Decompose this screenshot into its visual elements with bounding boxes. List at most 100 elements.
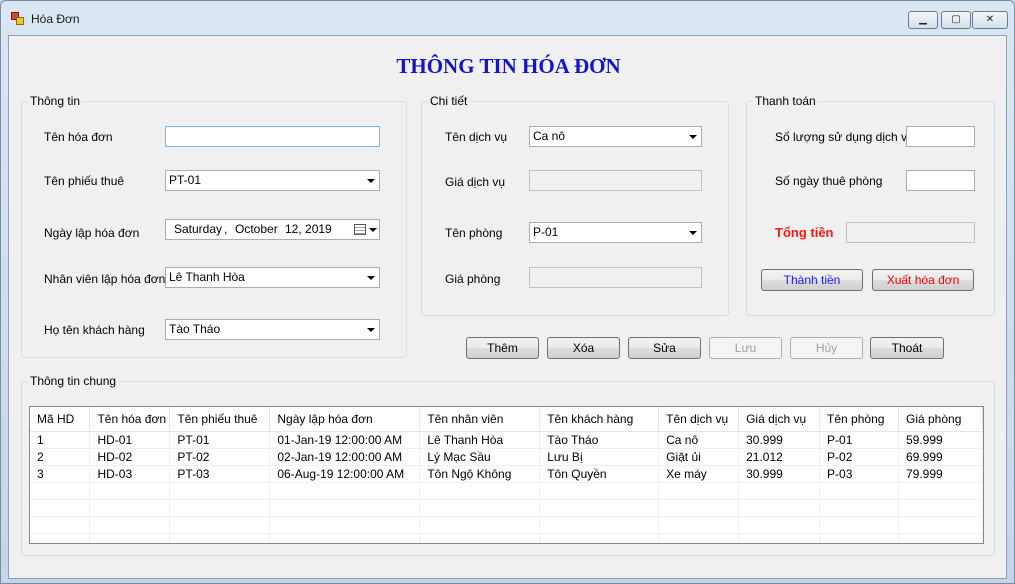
customer-label: Họ tên khách hàng <box>44 323 145 337</box>
table-cell: 01-Jan-19 12:00:00 AM <box>269 431 421 449</box>
column-header[interactable]: Tên khách hàng <box>539 407 660 432</box>
column-header[interactable]: Giá phòng <box>898 407 983 432</box>
customer-value: Tào Tháo <box>169 322 221 336</box>
column-header[interactable]: Tên hóa đơn <box>89 407 171 432</box>
save-button[interactable]: Lưu <box>709 337 782 359</box>
table-cell: Lê Thanh Hòa <box>419 431 541 449</box>
service-price-label: Giá dịch vụ <box>445 175 506 189</box>
room-price-label: Giá phòng <box>445 272 501 286</box>
table-cell: 21.012 <box>738 448 821 466</box>
title-bar[interactable]: Hóa Đơn ▁ ▢ ✕ <box>1 1 1014 35</box>
staff-combo[interactable]: Lê Thanh Hòa <box>165 267 380 288</box>
table-cell: Lưu Bị <box>539 448 660 466</box>
table-cell: P-01 <box>819 431 899 449</box>
chevron-down-icon <box>369 228 377 232</box>
detail-group-legend: Chi tiết <box>430 94 468 108</box>
table-cell: P-02 <box>819 448 899 466</box>
table-row-empty <box>30 533 983 543</box>
invoice-table[interactable]: Mã HD Tên hóa đơn Tên phiếu thuê Ngày lậ… <box>29 406 984 544</box>
cancel-button[interactable]: Hủy <box>790 337 863 359</box>
column-header[interactable]: Tên nhân viên <box>419 407 541 432</box>
table-cell: Giặt ủi <box>658 448 740 466</box>
table-cell: PT-01 <box>169 431 271 449</box>
table-cell: Xe máy <box>658 465 740 483</box>
service-name-combo[interactable]: Ca nô <box>529 126 702 147</box>
staff-value: Lê Thanh Hòa <box>169 270 245 284</box>
customer-combo[interactable]: Tào Tháo <box>165 319 380 340</box>
export-invoice-button[interactable]: Xuất hóa đơn <box>872 269 974 291</box>
table-cell: PT-03 <box>169 465 271 483</box>
table-cell: 69.999 <box>898 448 983 466</box>
table-cell: HD-01 <box>89 431 171 449</box>
table-row-empty <box>30 499 983 517</box>
calendar-icon <box>354 224 366 235</box>
column-header[interactable]: Ngày lập hóa đơn <box>269 407 421 432</box>
service-name-value: Ca nô <box>533 129 566 143</box>
room-name-label: Tên phòng <box>445 226 503 240</box>
room-name-combo[interactable]: P-01 <box>529 222 702 243</box>
app-window: Hóa Đơn ▁ ▢ ✕ THÔNG TIN HÓA ĐƠN Thông ti… <box>0 0 1015 584</box>
info-group-legend: Thông tin <box>30 94 81 108</box>
service-price-field <box>529 170 702 191</box>
table-row[interactable]: 3 HD-03 PT-03 06-Aug-19 12:00:00 AM Tôn … <box>30 465 983 483</box>
table-cell: HD-02 <box>89 448 171 466</box>
service-name-label: Tên dịch vụ <box>445 130 508 144</box>
room-price-field <box>529 267 702 288</box>
minimize-button[interactable]: ▁ <box>908 11 938 29</box>
window-title: Hóa Đơn <box>31 12 80 26</box>
form-client-area: THÔNG TIN HÓA ĐƠN Thông tin Tên hóa đơn … <box>8 35 1007 579</box>
rental-slip-label: Tên phiếu thuê <box>44 174 125 188</box>
delete-button[interactable]: Xóa <box>547 337 620 359</box>
table-cell: 30.999 <box>738 431 821 449</box>
column-header[interactable]: Tên dịch vụ <box>658 407 740 432</box>
table-cell: 59.999 <box>898 431 983 449</box>
app-icon <box>11 12 25 26</box>
table-row[interactable]: 1 HD-01 PT-01 01-Jan-19 12:00:00 AM Lê T… <box>30 431 983 449</box>
service-qty-label: Số lượng sử dụng dịch vụ <box>775 130 914 144</box>
table-cell: 02-Jan-19 12:00:00 AM <box>269 448 421 466</box>
close-button[interactable]: ✕ <box>972 11 1008 29</box>
close-icon: ✕ <box>985 14 995 25</box>
column-header[interactable]: Giá dịch vụ <box>738 407 821 432</box>
invoice-name-input[interactable] <box>165 126 380 147</box>
table-cell: 79.999 <box>898 465 983 483</box>
column-header[interactable]: Tên phiếu thuê <box>169 407 271 432</box>
add-button[interactable]: Thêm <box>466 337 539 359</box>
rental-days-label: Số ngày thuê phòng <box>775 174 883 188</box>
chevron-down-icon <box>367 179 375 183</box>
chevron-down-icon <box>367 276 375 280</box>
table-header-row: Mã HD Tên hóa đơn Tên phiếu thuê Ngày lậ… <box>30 407 983 432</box>
table-row[interactable]: 2 HD-02 PT-02 02-Jan-19 12:00:00 AM Lý M… <box>30 448 983 466</box>
edit-button[interactable]: Sửa <box>628 337 701 359</box>
minimize-icon: ▁ <box>919 14 927 25</box>
table-cell: 06-Aug-19 12:00:00 AM <box>269 465 421 483</box>
rental-slip-value: PT-01 <box>169 173 202 187</box>
table-cell: 3 <box>30 465 91 483</box>
table-cell: 30.999 <box>738 465 821 483</box>
table-cell: P-03 <box>819 465 899 483</box>
column-header[interactable]: Tên phòng <box>819 407 899 432</box>
date-weekday: Saturday <box>174 222 223 236</box>
table-row-empty <box>30 516 983 534</box>
maximize-button[interactable]: ▢ <box>941 11 971 29</box>
table-cell: Lý Mạc Sầu <box>419 448 541 466</box>
invoice-date-label: Ngày lập hóa đơn <box>44 226 140 240</box>
table-cell: PT-02 <box>169 448 271 466</box>
invoice-date-picker[interactable]: Saturday , October 12, 2019 <box>165 219 380 240</box>
table-cell: 1 <box>30 431 91 449</box>
rental-days-input[interactable] <box>906 170 975 191</box>
invoice-name-label: Tên hóa đơn <box>44 130 113 144</box>
column-header[interactable]: Mã HD <box>30 407 91 432</box>
compute-total-button[interactable]: Thành tiền <box>761 269 863 291</box>
maximize-icon: ▢ <box>951 14 961 25</box>
table-cell: Tào Tháo <box>539 431 660 449</box>
service-qty-input[interactable] <box>906 126 975 147</box>
table-cell: Tôn Quyền <box>539 465 660 483</box>
table-cell: Ca nô <box>658 431 740 449</box>
page-title: THÔNG TIN HÓA ĐƠN <box>396 54 621 78</box>
table-cell: Tôn Ngộ Không <box>419 465 541 483</box>
rental-slip-combo[interactable]: PT-01 <box>165 170 380 191</box>
room-name-value: P-01 <box>533 225 559 239</box>
exit-button[interactable]: Thoát <box>870 337 944 359</box>
date-day-year: 12, 2019 <box>285 222 332 236</box>
